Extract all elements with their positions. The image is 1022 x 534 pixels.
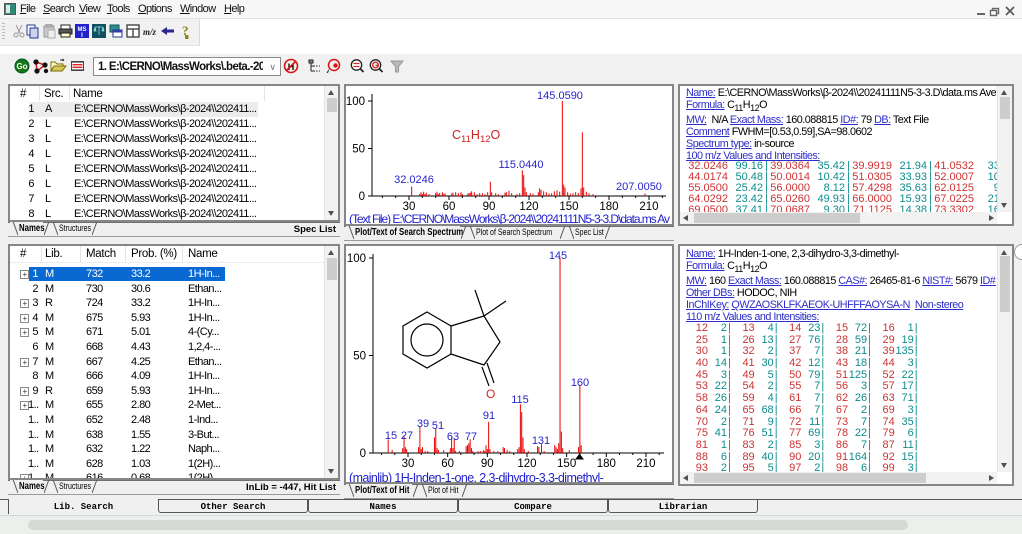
- svg-text:27: 27: [401, 430, 413, 442]
- svg-text:C11H12O: C11H12O: [452, 128, 501, 145]
- svg-text:150: 150: [557, 458, 576, 470]
- svg-text:160: 160: [571, 377, 589, 389]
- svg-text:39: 39: [417, 418, 429, 430]
- svg-text:145: 145: [549, 250, 567, 262]
- svg-text:63: 63: [447, 431, 459, 443]
- svg-text:32.0246: 32.0246: [394, 174, 434, 186]
- svg-text:115: 115: [511, 394, 529, 406]
- svg-text:210: 210: [636, 458, 655, 470]
- svg-text:50: 50: [352, 144, 365, 156]
- svg-text:51: 51: [432, 420, 444, 432]
- svg-text:0: 0: [360, 448, 366, 460]
- svg-text:90: 90: [481, 458, 494, 470]
- svg-text:115.0440: 115.0440: [498, 159, 543, 171]
- svg-text:15: 15: [385, 430, 397, 442]
- svg-text:131: 131: [532, 435, 550, 447]
- svg-text:50: 50: [353, 351, 366, 363]
- svg-text:120: 120: [517, 458, 536, 470]
- svg-text:91: 91: [483, 410, 495, 422]
- svg-text:207.0050: 207.0050: [616, 181, 662, 193]
- svg-text:m/z: m/z: [143, 27, 157, 37]
- svg-text:145.0590: 145.0590: [537, 90, 583, 102]
- svg-text:60: 60: [441, 458, 454, 470]
- svg-text:77: 77: [465, 431, 477, 443]
- svg-text:Go: Go: [16, 62, 27, 71]
- svg-text:O: O: [486, 387, 495, 401]
- svg-text:100: 100: [347, 253, 366, 265]
- svg-text:0: 0: [359, 191, 365, 203]
- svg-text:180: 180: [597, 458, 616, 470]
- svg-text:30: 30: [402, 458, 415, 470]
- svg-text:100: 100: [346, 96, 365, 108]
